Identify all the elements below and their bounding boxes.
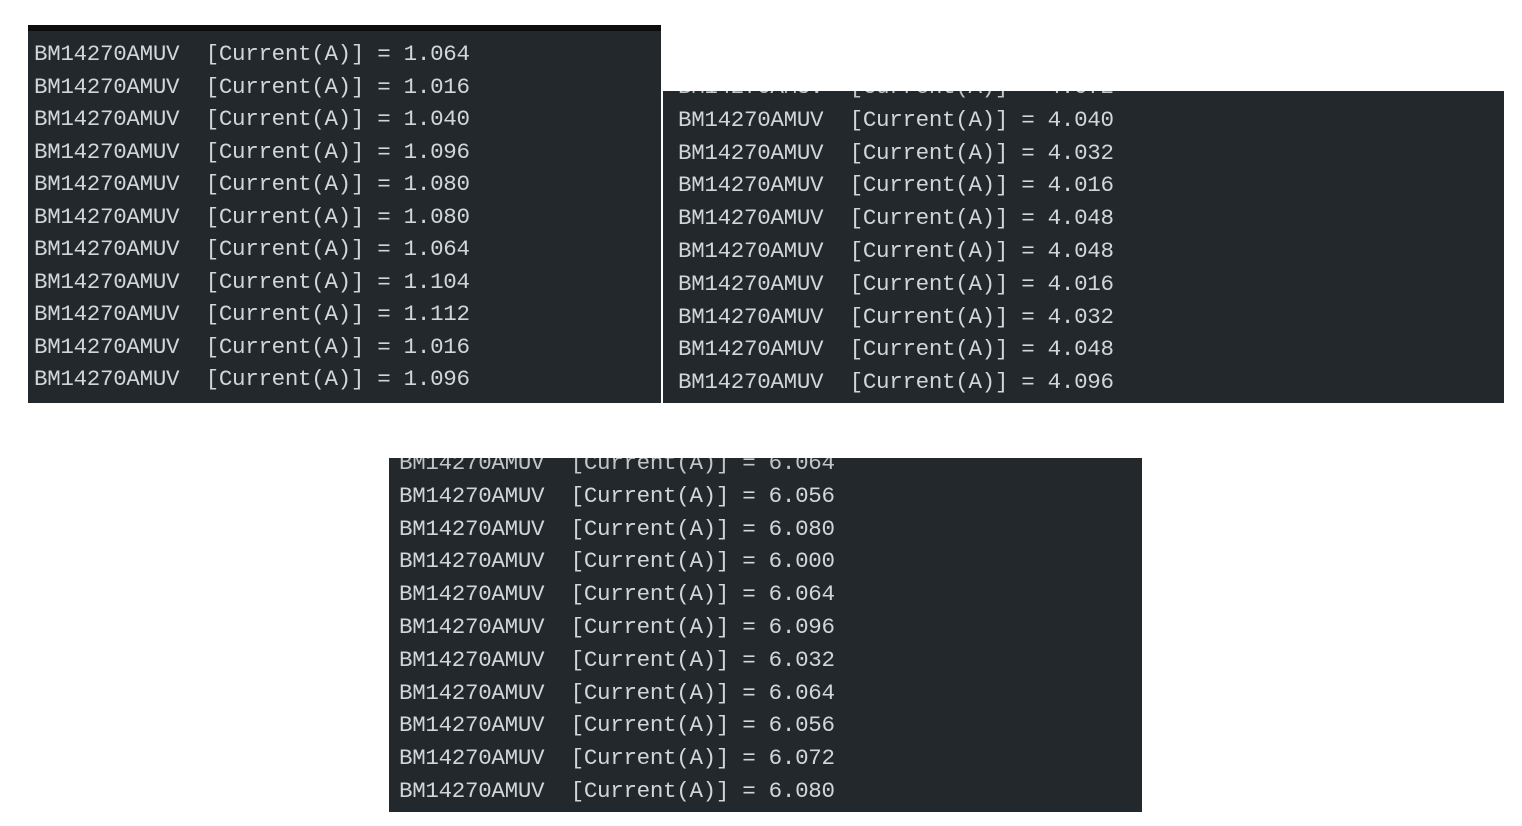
output-line: BM14270AMUV [Current(A)] = 1.080 <box>34 203 470 230</box>
output-line: BM14270AMUV [Current(A)] = 6.080 <box>399 515 835 542</box>
output-line: BM14270AMUV [Current(A)] = 1.104 <box>34 268 470 295</box>
serial-output-terminal-1: BM14270AMUV [Current(A)] = 1.064 BM14270… <box>28 25 661 403</box>
serial-output-terminal-3: BM14270AMUV [Current(A)] = 6.064 BM14270… <box>389 458 1142 812</box>
output-line: BM14270AMUV [Current(A)] = 4.016 <box>678 270 1114 297</box>
output-lines: BM14270AMUV [Current(A)] = 6.064 BM14270… <box>389 458 1142 808</box>
output-line: BM14270AMUV [Current(A)] = 1.096 <box>34 366 470 392</box>
output-line: BM14270AMUV [Current(A)] = 4.032 <box>678 139 1114 166</box>
output-line: BM14270AMUV [Current(A)] = 6.064 <box>399 581 835 608</box>
output-line-clipped: BM14270AMUV [Current(A)] = 6.064 <box>399 458 835 476</box>
serial-output-terminal-2: BM14270AMUV [Current(A)] = 4.072 BM14270… <box>663 91 1504 403</box>
output-line: BM14270AMUV [Current(A)] = 4.096 <box>678 369 1114 396</box>
output-line: BM14270AMUV [Current(A)] = 1.064 <box>34 41 470 67</box>
output-line: BM14270AMUV [Current(A)] = 6.096 <box>399 613 835 640</box>
output-line: BM14270AMUV [Current(A)] = 6.056 <box>399 482 835 509</box>
output-line-clipped: BM14270AMUV [Current(A)] = 4.072 <box>678 91 1504 104</box>
output-line: BM14270AMUV [Current(A)] = 4.048 <box>678 237 1114 264</box>
output-line: BM14270AMUV [Current(A)] = 1.016 <box>34 333 470 360</box>
output-line: BM14270AMUV [Current(A)] = 6.000 <box>399 548 835 575</box>
output-lines: BM14270AMUV [Current(A)] = 4.072 BM14270… <box>663 91 1504 399</box>
output-line: BM14270AMUV [Current(A)] = 4.032 <box>678 303 1114 330</box>
output-line: BM14270AMUV [Current(A)] = 1.016 <box>34 73 470 100</box>
output-line: BM14270AMUV [Current(A)] = 6.032 <box>399 646 835 673</box>
output-line: BM14270AMUV [Current(A)] = 1.080 <box>34 171 470 197</box>
output-line: BM14270AMUV [Current(A)] = 4.048 <box>678 336 1114 363</box>
output-line: BM14270AMUV [Current(A)] = 1.040 <box>34 106 470 132</box>
output-lines: BM14270AMUV [Current(A)] = 1.064 BM14270… <box>28 38 661 396</box>
output-line: BM14270AMUV [Current(A)] = 1.112 <box>34 301 470 327</box>
output-line: BM14270AMUV [Current(A)] = 6.072 <box>399 745 835 772</box>
output-line: BM14270AMUV [Current(A)] = 6.056 <box>399 712 835 739</box>
output-line: BM14270AMUV [Current(A)] = 6.064 <box>399 679 835 706</box>
output-line: BM14270AMUV [Current(A)] = 4.040 <box>678 106 1114 133</box>
output-line: BM14270AMUV [Current(A)] = 4.016 <box>678 172 1114 199</box>
output-line: BM14270AMUV [Current(A)] = 6.080 <box>399 777 835 804</box>
output-line: BM14270AMUV [Current(A)] = 1.064 <box>34 236 470 262</box>
output-line: BM14270AMUV [Current(A)] = 4.048 <box>678 205 1114 232</box>
output-line: BM14270AMUV [Current(A)] = 1.096 <box>34 138 470 165</box>
